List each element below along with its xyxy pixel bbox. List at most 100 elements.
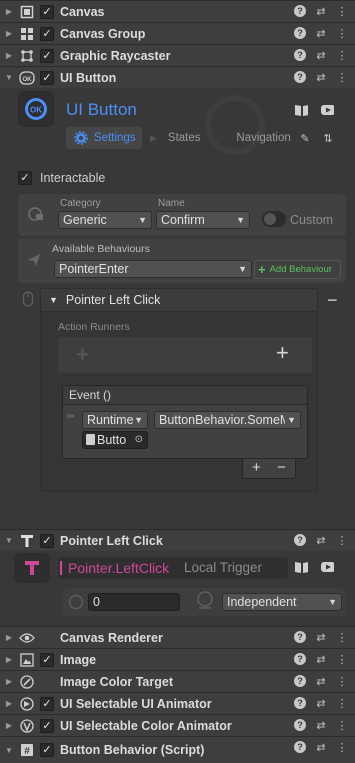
enabled-checkbox[interactable]: ✓ (40, 696, 54, 711)
enabled-checkbox[interactable]: ✓ (40, 533, 54, 548)
add-runner-button[interactable]: + (276, 340, 289, 366)
trigger-value-field[interactable]: 0 (88, 593, 180, 611)
expand-arrow-icon[interactable]: ▶ (3, 677, 15, 686)
more-menu-icon[interactable]: ⋮ (335, 652, 349, 666)
collapse-arrow-icon[interactable]: ▼ (3, 73, 15, 82)
more-menu-icon[interactable]: ⋮ (335, 674, 349, 688)
component-ui-selectable-color-animator[interactable]: ▶ ✓ UI Selectable Color Animator ? ⇄ ⋮ (0, 714, 355, 736)
presets-icon[interactable]: ⇄ (314, 718, 328, 732)
more-menu-icon[interactable]: ⋮ (335, 740, 349, 754)
tab-settings[interactable]: Settings (66, 127, 142, 149)
enabled-checkbox[interactable]: ✓ (40, 652, 54, 667)
help-icon[interactable]: ? (293, 48, 307, 62)
drag-handle-icon[interactable]: ═ (67, 411, 74, 422)
presets-icon[interactable]: ⇄ (314, 26, 328, 40)
action-runners-area[interactable]: + ⁘⁘⁘ + (58, 337, 312, 373)
more-menu-icon[interactable]: ⋮ (335, 696, 349, 710)
presets-icon[interactable]: ⇄ (314, 674, 328, 688)
states-icon: ▶ (150, 132, 157, 143)
presets-icon[interactable]: ⇄ (314, 70, 328, 84)
presets-icon[interactable]: ⇄ (314, 630, 328, 644)
collapse-arrow-icon[interactable]: ▼ (3, 536, 15, 545)
collapse-arrow-icon[interactable]: ▼ (3, 746, 15, 755)
collapse-arrow-icon[interactable]: ▼ (49, 295, 58, 305)
help-icon[interactable]: ? (293, 674, 307, 688)
custom-toggle[interactable] (262, 211, 286, 227)
presets-icon[interactable]: ⇄ (314, 652, 328, 666)
more-menu-icon[interactable]: ⋮ (335, 26, 349, 40)
component-ui-button[interactable]: ▼ OK ✓ UI Button ? ⇄ ⋮ (0, 66, 355, 88)
category-dropdown[interactable]: Generic ▼ (58, 211, 152, 229)
more-menu-icon[interactable]: ⋮ (335, 718, 349, 732)
help-icon[interactable]: ? (293, 652, 307, 666)
enabled-checkbox[interactable]: ✓ (40, 718, 54, 733)
trigger-name: Pointer.LeftClick (68, 560, 170, 576)
add-behaviour-label: Add Behaviour (269, 264, 332, 275)
add-event-button[interactable]: + (252, 459, 261, 476)
more-menu-icon[interactable]: ⋮ (335, 630, 349, 644)
behaviour-dropdown[interactable]: PointerEnter ▼ (54, 260, 252, 278)
interactable-checkbox[interactable]: ✓ (18, 171, 32, 185)
help-icon[interactable]: ? (293, 4, 307, 18)
expand-arrow-icon[interactable]: ▶ (3, 29, 15, 38)
remove-behaviour-button[interactable]: − (327, 290, 338, 311)
more-menu-icon[interactable]: ⋮ (335, 48, 349, 62)
ok-badge-icon: OK (25, 98, 47, 120)
component-ui-selectable-ui-animator[interactable]: ▶ ✓ UI Selectable UI Animator ? ⇄ ⋮ (0, 692, 355, 714)
component-graphic-raycaster[interactable]: ▶ ✓ Graphic Raycaster ? ⇄ ⋮ (0, 44, 355, 66)
component-pointer-left-click[interactable]: ▼ ✓ Pointer Left Click ? ⇄ ⋮ (0, 529, 355, 551)
expand-arrow-icon[interactable]: ▶ (3, 655, 15, 664)
behaviour-header[interactable]: ▼ Pointer Left Click (40, 288, 318, 312)
event-runtime-value: Runtime (87, 413, 134, 427)
expand-arrow-icon[interactable]: ▶ (3, 699, 15, 708)
component-button-behavior-script[interactable]: ▼ # ✓ Button Behavior (Script) ? ⇄ ⋮ (0, 736, 355, 763)
help-icon[interactable]: ? (293, 740, 307, 754)
component-image-color-target[interactable]: ▶ Image Color Target ? ⇄ ⋮ (0, 670, 355, 692)
help-icon[interactable]: ? (293, 630, 307, 644)
tab-states[interactable]: ▶ States (150, 127, 210, 149)
presets-icon[interactable]: ⇄ (314, 696, 328, 710)
component-canvas-renderer[interactable]: ▶ Canvas Renderer ? ⇄ ⋮ (0, 626, 355, 648)
event-object-field[interactable]: Butto ⊙ (82, 431, 148, 449)
video-icon[interactable] (320, 103, 334, 117)
remove-event-button[interactable]: − (277, 459, 286, 476)
event-method-dropdown[interactable]: ButtonBehavior.SomeM ▼ (154, 411, 301, 429)
expand-arrow-icon[interactable]: ▶ (3, 51, 15, 60)
expand-arrow-icon[interactable]: ▶ (3, 721, 15, 730)
event-runtime-dropdown[interactable]: Runtime ▼ (82, 411, 148, 429)
help-icon[interactable]: ? (293, 696, 307, 710)
video-icon[interactable] (320, 560, 334, 574)
add-behaviour-button[interactable]: + Add Behaviour (254, 260, 341, 279)
presets-icon[interactable]: ⇄ (314, 48, 328, 62)
enabled-checkbox[interactable]: ✓ (40, 26, 54, 41)
expand-arrow-icon[interactable]: ▶ (3, 633, 15, 642)
presets-icon[interactable]: ⇄ (314, 740, 328, 754)
name-dropdown[interactable]: Confirm ▼ (156, 211, 250, 229)
component-canvas-group[interactable]: ▶ ✓ Canvas Group ? ⇄ ⋮ (0, 22, 355, 44)
help-icon[interactable]: ? (293, 533, 307, 547)
enabled-checkbox[interactable]: ✓ (40, 48, 54, 63)
help-icon[interactable]: ? (293, 26, 307, 40)
sort-icon[interactable]: ⇅ (321, 131, 335, 145)
documentation-icon[interactable] (294, 560, 308, 574)
help-icon[interactable]: ? (293, 718, 307, 732)
enabled-checkbox[interactable]: ✓ (40, 743, 54, 757)
enabled-checkbox[interactable]: ✓ (40, 70, 54, 85)
object-picker-icon[interactable]: ⊙ (135, 432, 143, 448)
expand-arrow-icon[interactable]: ▶ (3, 7, 15, 16)
more-menu-icon[interactable]: ⋮ (335, 70, 349, 84)
enabled-checkbox[interactable]: ✓ (40, 4, 54, 19)
component-title: Pointer Left Click (60, 533, 163, 548)
trigger-mode-dropdown[interactable]: Independent ▼ (222, 593, 342, 611)
more-menu-icon[interactable]: ⋮ (335, 4, 349, 18)
component-canvas[interactable]: ▶ ✓ Canvas ? ⇄ ⋮ (0, 0, 355, 22)
help-icon[interactable]: ? (293, 70, 307, 84)
edit-icon[interactable]: ✎ (298, 131, 312, 145)
component-image[interactable]: ▶ ✓ Image ? ⇄ ⋮ (0, 648, 355, 670)
presets-icon[interactable]: ⇄ (314, 533, 328, 547)
tab-navigation[interactable]: ⁘ Navigation (216, 127, 291, 149)
documentation-icon[interactable] (294, 103, 308, 117)
ui-button-icon: OK (18, 70, 36, 86)
presets-icon[interactable]: ⇄ (314, 4, 328, 18)
more-menu-icon[interactable]: ⋮ (335, 533, 349, 547)
